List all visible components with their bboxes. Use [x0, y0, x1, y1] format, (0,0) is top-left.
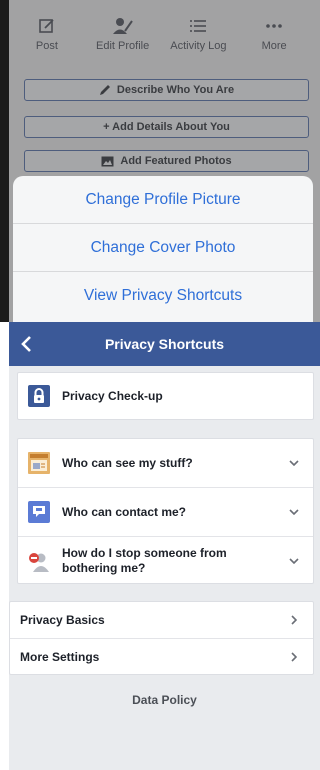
- describe-who-you-are-button[interactable]: Describe Who You Are: [24, 79, 309, 101]
- shortcut-row-stop-bothering[interactable]: How do I stop someone from bothering me?: [18, 537, 313, 585]
- shortcut-label: Who can contact me?: [62, 505, 187, 519]
- post-button[interactable]: Post: [9, 14, 85, 64]
- add-featured-photos-button[interactable]: Add Featured Photos: [24, 150, 309, 172]
- edit-profile-button[interactable]: Edit Profile: [85, 14, 161, 64]
- shortcut-label-line1: How do I stop someone from: [62, 546, 227, 560]
- left-strip: [0, 322, 9, 770]
- shortcut-label-multiline: How do I stop someone from bothering me?: [62, 546, 285, 576]
- add-photos-label: Add Featured Photos: [120, 155, 232, 167]
- photo-icon: [101, 156, 114, 167]
- contact-icon: [28, 501, 50, 523]
- page-title: Privacy Shortcuts: [104, 336, 225, 352]
- shortcut-row-see-my-stuff[interactable]: Who can see my stuff?: [18, 439, 313, 487]
- chevron-right-icon: [285, 615, 303, 625]
- more-button[interactable]: More: [236, 14, 312, 64]
- add-details-button[interactable]: + Add Details About You: [24, 116, 309, 138]
- describe-label: Describe Who You Are: [116, 84, 235, 96]
- action-sheet: Change Profile Picture Change Cover Phot…: [13, 176, 313, 322]
- profile-screen-dimmed: Post Edit Profile Activity Log More Desc…: [0, 0, 320, 322]
- stuff-icon: [28, 452, 50, 474]
- pencil-icon: [99, 84, 111, 96]
- activity-log-button[interactable]: Activity Log: [161, 14, 237, 64]
- privacy-checkup-row[interactable]: Privacy Check-up: [18, 373, 313, 419]
- chevron-right-icon: [285, 652, 303, 662]
- block-person-icon: [28, 550, 50, 572]
- back-button[interactable]: [9, 322, 43, 366]
- nav-header: Privacy Shortcuts: [9, 322, 320, 366]
- change-profile-picture-option[interactable]: Change Profile Picture: [13, 176, 313, 224]
- more-label: More: [261, 40, 287, 52]
- privacy-checkup-card[interactable]: Privacy Check-up: [17, 372, 314, 420]
- list-icon: [189, 14, 207, 38]
- lock-icon: [28, 385, 50, 407]
- edit-profile-label: Edit Profile: [96, 40, 150, 52]
- shortcut-label: Who can see my stuff?: [62, 456, 193, 470]
- chevron-down-icon: [285, 460, 303, 466]
- left-edge-dark: [0, 0, 9, 322]
- privacy-basics-link[interactable]: Privacy Basics: [10, 602, 313, 638]
- change-cover-photo-option[interactable]: Change Cover Photo: [13, 224, 313, 272]
- privacy-basics-label: Privacy Basics: [20, 613, 105, 627]
- shortcuts-card: Who can see my stuff? Who can contact me…: [17, 438, 314, 584]
- view-privacy-shortcuts-option[interactable]: View Privacy Shortcuts: [13, 272, 313, 320]
- chevron-left-icon: [21, 336, 31, 352]
- activity-log-label: Activity Log: [170, 40, 227, 52]
- chevron-down-icon: [285, 509, 303, 515]
- more-settings-link[interactable]: More Settings: [10, 639, 313, 675]
- chevron-down-icon: [285, 558, 303, 564]
- settings-links-card: Privacy Basics More Settings: [9, 601, 314, 675]
- data-policy-link[interactable]: Data Policy: [9, 693, 320, 707]
- more-settings-label: More Settings: [20, 650, 100, 664]
- profile-toolbar: Post Edit Profile Activity Log More: [9, 14, 312, 64]
- post-label: Post: [35, 40, 58, 52]
- more-dots-icon: [265, 14, 283, 38]
- add-details-label: + Add Details About You: [103, 121, 230, 133]
- shortcut-row-contact-me[interactable]: Who can contact me?: [18, 488, 313, 536]
- privacy-checkup-label: Privacy Check-up: [62, 389, 163, 403]
- compose-icon: [38, 14, 56, 38]
- edit-person-icon: [112, 14, 134, 38]
- shortcut-label-line2: bothering me?: [62, 561, 146, 575]
